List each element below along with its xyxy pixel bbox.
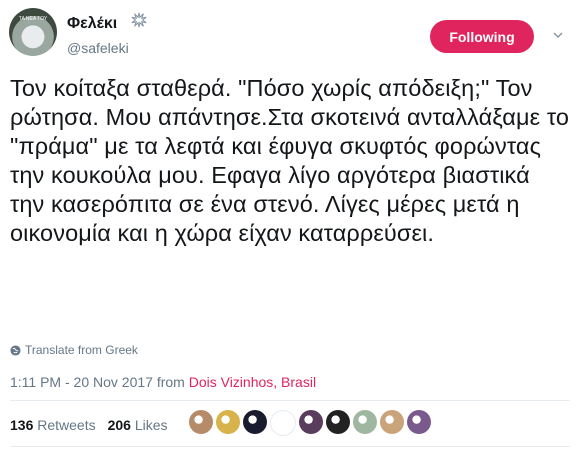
likes-stat[interactable]: 206 Likes — [108, 417, 168, 433]
location-link[interactable]: Dois Vizinhos, Brasil — [189, 374, 316, 390]
liker-avatar-8[interactable] — [380, 410, 404, 434]
tweet-meta: 1:11 PM - 20 Nov 2017 from Dois Vizinhos… — [10, 374, 316, 390]
tweet-text: Τον κοίταξα σταθερά. "Πόσο χωρίς απόδειξ… — [10, 75, 570, 246]
from-label: from — [156, 374, 185, 390]
liker-avatar-1[interactable] — [189, 410, 213, 434]
liker-avatar-7[interactable] — [353, 410, 377, 434]
chevron-down-icon[interactable] — [553, 30, 563, 40]
translate-label[interactable]: Translate from Greek — [25, 343, 138, 357]
timestamp[interactable]: 1:11 PM - 20 Nov 2017 — [10, 374, 153, 390]
translate-link[interactable]: Translate from Greek — [10, 343, 138, 357]
burst-emoji-icon — [131, 12, 147, 28]
liker-avatar-6[interactable] — [326, 410, 350, 434]
likes-count: 206 — [107, 417, 131, 433]
likes-label: Likes — [134, 417, 168, 433]
liker-avatar-3[interactable] — [243, 410, 267, 434]
divider — [10, 446, 570, 447]
avatar[interactable]: ΤΑ ΝΕΑ ΤΟΥ — [9, 8, 57, 56]
retweets-label: Retweets — [37, 417, 96, 433]
tweet-stats: 136 Retweets 206 Likes — [10, 417, 168, 433]
avatar-text: ΤΑ ΝΕΑ ΤΟΥ — [18, 16, 48, 22]
liker-avatar-2[interactable] — [216, 410, 240, 434]
liker-avatars — [189, 410, 431, 436]
divider — [10, 400, 570, 401]
following-button[interactable]: Following — [430, 20, 534, 53]
retweets-stat[interactable]: 136 Retweets — [10, 417, 96, 433]
liker-avatar-5[interactable] — [299, 410, 323, 434]
liker-avatar-9[interactable] — [407, 410, 431, 434]
retweets-count: 136 — [10, 417, 34, 433]
globe-icon — [10, 344, 21, 356]
display-name[interactable]: Φελέκι — [67, 15, 117, 33]
user-handle[interactable]: @safeleki — [67, 40, 129, 56]
liker-avatar-4[interactable] — [270, 410, 296, 436]
